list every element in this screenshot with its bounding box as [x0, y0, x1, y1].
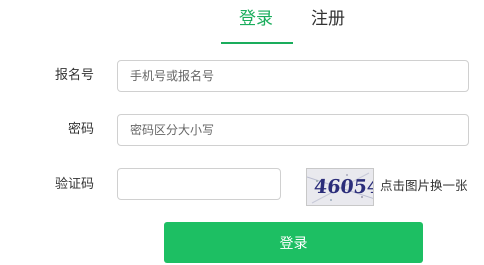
password-input[interactable]: [117, 114, 469, 146]
login-button[interactable]: 登录: [164, 222, 423, 263]
tab-register[interactable]: 注册: [311, 8, 345, 30]
reg-number-label: 报名号: [54, 68, 94, 83]
refresh-captcha-link[interactable]: 点击图片换一张: [380, 176, 468, 196]
reg-number-input[interactable]: [117, 60, 469, 92]
active-tab-indicator: [221, 42, 293, 44]
captcha-code: 46054: [312, 176, 374, 198]
captcha-label: 验证码: [54, 177, 94, 192]
password-label: 密码: [67, 122, 94, 137]
tab-login[interactable]: 登录: [239, 8, 273, 30]
captcha-input[interactable]: [117, 168, 281, 200]
captcha-image[interactable]: 46054: [306, 168, 374, 206]
